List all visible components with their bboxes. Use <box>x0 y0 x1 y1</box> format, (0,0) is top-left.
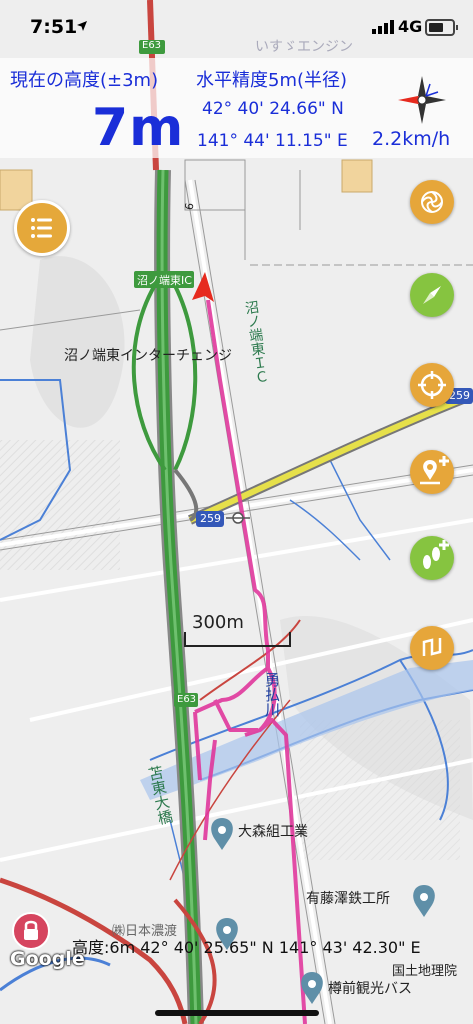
menu-button[interactable] <box>14 200 70 256</box>
scale-label: 300m <box>192 612 244 633</box>
home-indicator[interactable] <box>155 1010 319 1016</box>
accuracy-label: 水平精度5m(半径) <box>196 70 348 91</box>
poi-label-4: 樽前観光バス <box>328 981 412 997</box>
lock-icon <box>24 920 38 940</box>
altitude-value: 7m <box>92 98 185 158</box>
status-time: 7:51 <box>30 16 78 38</box>
route-icon <box>422 638 442 656</box>
status-bar: 7:51 4G <box>0 0 473 58</box>
interchange-badge: 沼ノ端東IC <box>137 274 192 287</box>
compass-icon <box>423 286 441 304</box>
signal-icon <box>372 20 394 34</box>
speed-readout: 2.2km/h <box>372 128 451 150</box>
poi-label-2: 有藤澤鉄工所 <box>306 891 390 907</box>
cursor-coordinates: 高度:6m 42° 40' 25.65" N 141° 43' 42.30" E <box>72 938 421 957</box>
map-attribution: 国土地理院 <box>392 964 458 979</box>
add-footprints-button[interactable] <box>410 536 454 580</box>
menu-icon <box>31 218 52 238</box>
longitude-readout: 141° 44' 11.15" E <box>197 131 348 151</box>
river-label: 勇払川 <box>263 672 281 717</box>
highway-shield-mid: E63 <box>177 694 197 705</box>
network-type: 4G <box>398 17 423 36</box>
location-arrow-icon <box>77 21 87 31</box>
compass-rose-icon[interactable] <box>396 74 448 126</box>
add-place-button[interactable] <box>410 450 454 494</box>
google-logo: Google <box>10 948 85 970</box>
route-button[interactable] <box>410 626 454 670</box>
battery-icon <box>425 19 458 36</box>
latitude-readout: 42° 40' 24.66" N <box>202 99 344 119</box>
add-footprints-icon <box>423 540 449 569</box>
compass-button[interactable] <box>410 273 454 317</box>
add-place-icon <box>420 456 449 485</box>
interchange-name: 沼ノ端東インターチェンジ <box>64 348 232 364</box>
crosshair-icon <box>418 371 446 399</box>
lock-button[interactable] <box>12 912 50 950</box>
map-layer-button[interactable] <box>410 180 454 224</box>
altitude-label: 現在の高度(±3m) <box>10 70 159 91</box>
route-259-shield-center: 259 <box>200 512 221 525</box>
locate-button[interactable] <box>410 363 454 407</box>
pinwheel-icon <box>421 191 443 213</box>
poi-label-1: 大森組工業 <box>238 824 308 840</box>
